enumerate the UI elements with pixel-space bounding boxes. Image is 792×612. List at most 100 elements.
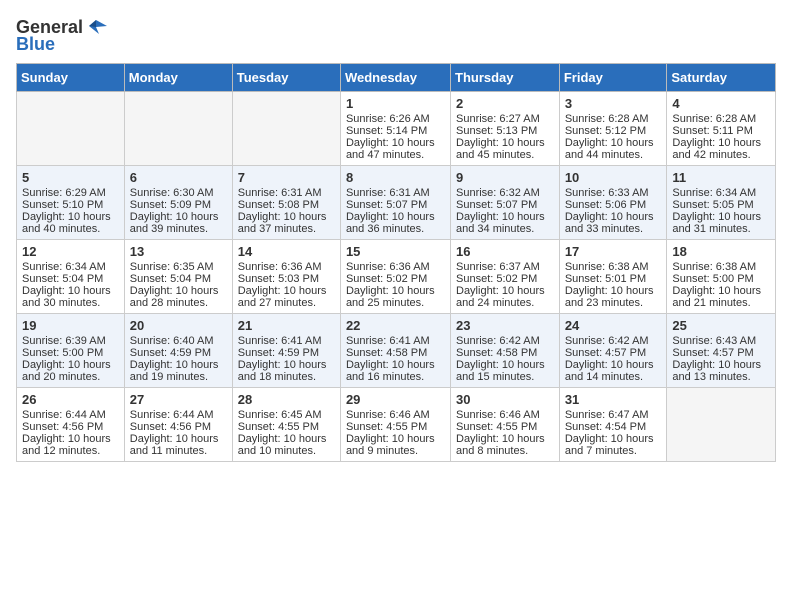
day-info-line: Sunset: 4:55 PM — [346, 421, 445, 433]
calendar-week-row: 12Sunrise: 6:34 AMSunset: 5:04 PMDayligh… — [17, 240, 776, 314]
day-info-line: Daylight: 10 hours and 44 minutes. — [565, 137, 662, 161]
day-number: 10 — [565, 170, 662, 185]
day-info-line: Sunrise: 6:40 AM — [130, 335, 227, 347]
day-number: 24 — [565, 318, 662, 333]
day-info-line: Sunset: 5:08 PM — [238, 199, 335, 211]
calendar-cell — [232, 92, 340, 166]
day-info-line: Sunrise: 6:37 AM — [456, 261, 554, 273]
calendar-cell: 21Sunrise: 6:41 AMSunset: 4:59 PMDayligh… — [232, 314, 340, 388]
calendar-cell: 25Sunrise: 6:43 AMSunset: 4:57 PMDayligh… — [667, 314, 776, 388]
weekday-header-saturday: Saturday — [667, 64, 776, 92]
calendar-cell: 11Sunrise: 6:34 AMSunset: 5:05 PMDayligh… — [667, 166, 776, 240]
day-info-line: Sunset: 5:01 PM — [565, 273, 662, 285]
calendar-table: SundayMondayTuesdayWednesdayThursdayFrid… — [16, 63, 776, 462]
day-number: 8 — [346, 170, 445, 185]
day-number: 9 — [456, 170, 554, 185]
calendar-cell: 9Sunrise: 6:32 AMSunset: 5:07 PMDaylight… — [451, 166, 560, 240]
weekday-header-sunday: Sunday — [17, 64, 125, 92]
day-info-line: Sunset: 4:55 PM — [456, 421, 554, 433]
day-info-line: Sunset: 4:55 PM — [238, 421, 335, 433]
calendar-cell: 30Sunrise: 6:46 AMSunset: 4:55 PMDayligh… — [451, 388, 560, 462]
calendar-cell: 1Sunrise: 6:26 AMSunset: 5:14 PMDaylight… — [340, 92, 450, 166]
calendar-cell: 28Sunrise: 6:45 AMSunset: 4:55 PMDayligh… — [232, 388, 340, 462]
calendar-cell: 8Sunrise: 6:31 AMSunset: 5:07 PMDaylight… — [340, 166, 450, 240]
calendar-cell: 5Sunrise: 6:29 AMSunset: 5:10 PMDaylight… — [17, 166, 125, 240]
day-info-line: Sunrise: 6:34 AM — [22, 261, 119, 273]
calendar-week-row: 1 Sunrise: 6:26 AMSunset: 5:14 PM Daylight… — [17, 92, 776, 166]
day-info-line: Sunset: 4:57 PM — [672, 347, 770, 359]
day-info-line: Daylight: 10 hours and 28 minutes. — [130, 285, 227, 309]
logo-blue-text: Blue — [16, 34, 55, 55]
day-info-line: Sunrise: 6:31 AM — [346, 187, 445, 199]
calendar-cell: 16Sunrise: 6:37 AMSunset: 5:02 PMDayligh… — [451, 240, 560, 314]
day-number: 4 — [672, 96, 770, 111]
day-info-line: Sunrise: 6:33 AM — [565, 187, 662, 199]
day-info-line: Sunset: 4:59 PM — [130, 347, 227, 359]
day-info-line: Sunset: 5:05 PM — [672, 199, 770, 211]
day-info-line: Sunset: 5:14 PM — [346, 125, 445, 137]
day-info-line: Sunset: 5:13 PM — [456, 125, 554, 137]
day-info-line: Daylight: 10 hours and 14 minutes. — [565, 359, 662, 383]
page-header: General Blue — [16, 16, 776, 55]
day-info-line: Sunrise: 6:44 AM — [130, 409, 227, 421]
day-info-line: Sunrise: 6:41 AM — [238, 335, 335, 347]
day-info-line: Sunset: 5:04 PM — [130, 273, 227, 285]
weekday-header-wednesday: Wednesday — [340, 64, 450, 92]
day-info-line: Sunrise: 6:43 AM — [672, 335, 770, 347]
calendar-cell: 6Sunrise: 6:30 AMSunset: 5:09 PMDaylight… — [124, 166, 232, 240]
weekday-header-monday: Monday — [124, 64, 232, 92]
calendar-cell: 19Sunrise: 6:39 AMSunset: 5:00 PMDayligh… — [17, 314, 125, 388]
day-info-line: Daylight: 10 hours and 10 minutes. — [238, 433, 335, 457]
day-info-line: Daylight: 10 hours and 25 minutes. — [346, 285, 445, 309]
day-info-line: Sunset: 5:04 PM — [22, 273, 119, 285]
day-info-line: Daylight: 10 hours and 30 minutes. — [22, 285, 119, 309]
calendar-cell — [667, 388, 776, 462]
day-number: 16 — [456, 244, 554, 259]
calendar-cell — [17, 92, 125, 166]
day-info-line: Sunrise: 6:42 AM — [565, 335, 662, 347]
day-number: 1 — [346, 96, 445, 111]
day-number: 25 — [672, 318, 770, 333]
day-info-line: Sunrise: 6:45 AM — [238, 409, 335, 421]
day-info-line: Sunrise: 6:26 AM — [346, 113, 445, 125]
day-info-line: Sunrise: 6:27 AM — [456, 113, 554, 125]
day-info-line: Sunset: 4:58 PM — [346, 347, 445, 359]
day-info-line: Daylight: 10 hours and 39 minutes. — [130, 211, 227, 235]
day-info-line: Sunrise: 6:41 AM — [346, 335, 445, 347]
calendar-cell: 15Sunrise: 6:36 AMSunset: 5:02 PMDayligh… — [340, 240, 450, 314]
day-number: 26 — [22, 392, 119, 407]
calendar-cell: 17Sunrise: 6:38 AMSunset: 5:01 PMDayligh… — [559, 240, 667, 314]
day-info-line: Daylight: 10 hours and 12 minutes. — [22, 433, 119, 457]
day-info-line: Daylight: 10 hours and 20 minutes. — [22, 359, 119, 383]
calendar-cell: 20Sunrise: 6:40 AMSunset: 4:59 PMDayligh… — [124, 314, 232, 388]
calendar-week-row: 19Sunrise: 6:39 AMSunset: 5:00 PMDayligh… — [17, 314, 776, 388]
day-info-line: Sunset: 5:09 PM — [130, 199, 227, 211]
day-info-line: Daylight: 10 hours and 8 minutes. — [456, 433, 554, 457]
day-info-line: Daylight: 10 hours and 40 minutes. — [22, 211, 119, 235]
calendar-cell: 22Sunrise: 6:41 AMSunset: 4:58 PMDayligh… — [340, 314, 450, 388]
day-info-line: Sunset: 5:11 PM — [672, 125, 770, 137]
day-info-line: Sunset: 5:02 PM — [456, 273, 554, 285]
day-info-line: Sunrise: 6:39 AM — [22, 335, 119, 347]
day-info-line: Daylight: 10 hours and 7 minutes. — [565, 433, 662, 457]
weekday-header-friday: Friday — [559, 64, 667, 92]
calendar-cell: 27Sunrise: 6:44 AMSunset: 4:56 PMDayligh… — [124, 388, 232, 462]
day-info-line: Sunrise: 6:28 AM — [672, 113, 770, 125]
day-info-line: Sunset: 5:02 PM — [346, 273, 445, 285]
day-info-line: Daylight: 10 hours and 9 minutes. — [346, 433, 445, 457]
calendar-cell: 10Sunrise: 6:33 AMSunset: 5:06 PMDayligh… — [559, 166, 667, 240]
day-number: 22 — [346, 318, 445, 333]
day-info-line: Sunrise: 6:31 AM — [238, 187, 335, 199]
day-info-line: Sunrise: 6:44 AM — [22, 409, 119, 421]
day-number: 5 — [22, 170, 119, 185]
day-number: 7 — [238, 170, 335, 185]
calendar-cell: 26Sunrise: 6:44 AMSunset: 4:56 PMDayligh… — [17, 388, 125, 462]
day-number: 6 — [130, 170, 227, 185]
day-info-line: Daylight: 10 hours and 36 minutes. — [346, 211, 445, 235]
day-info-line: Sunrise: 6:35 AM — [130, 261, 227, 273]
day-info-line: Sunrise: 6:38 AM — [565, 261, 662, 273]
day-number: 3 — [565, 96, 662, 111]
calendar-cell: 18Sunrise: 6:38 AMSunset: 5:00 PMDayligh… — [667, 240, 776, 314]
day-info-line: Sunrise: 6:38 AM — [672, 261, 770, 273]
day-info-line: Daylight: 10 hours and 19 minutes. — [130, 359, 227, 383]
